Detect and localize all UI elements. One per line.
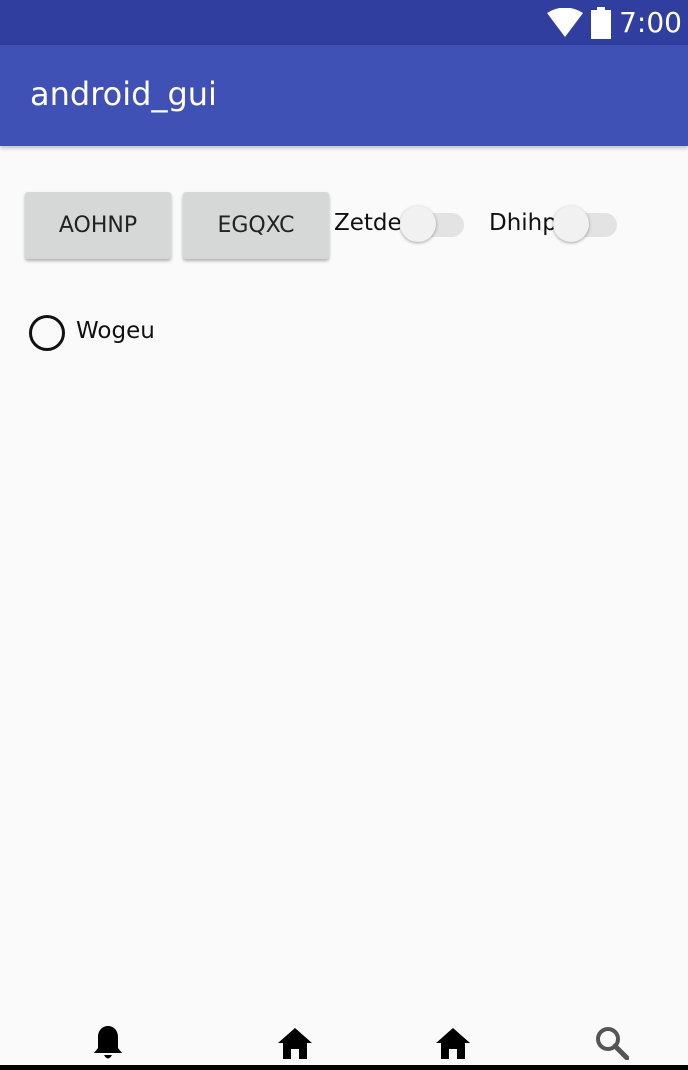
switch-thumb[interactable]	[553, 206, 589, 242]
switch-label: Dhihp	[489, 210, 557, 236]
nav-item-search[interactable]	[587, 1020, 637, 1065]
battery-icon	[591, 6, 612, 39]
wifi-icon	[547, 7, 584, 37]
status-icons: 7:00	[547, 0, 682, 45]
status-time: 7:00	[619, 6, 682, 39]
aohnp-button[interactable]: AOHNP	[25, 192, 171, 259]
switch-thumb[interactable]	[400, 206, 436, 242]
home-icon	[436, 1027, 470, 1059]
bottom-navigation	[0, 1020, 688, 1065]
status-bar: 7:00	[0, 0, 688, 45]
app-title: android_gui	[30, 75, 217, 113]
radio-label: Wogeu	[76, 318, 155, 344]
nav-item-notifications[interactable]	[83, 1020, 133, 1065]
egqxc-button[interactable]: EGQXC	[183, 192, 329, 259]
bell-icon	[94, 1025, 122, 1058]
search-icon	[596, 1026, 629, 1060]
nav-item-home[interactable]	[270, 1020, 320, 1065]
nav-item-home-2[interactable]	[428, 1020, 478, 1065]
home-icon	[278, 1027, 312, 1059]
radio-button[interactable]	[29, 315, 65, 351]
bottom-edge	[0, 1065, 688, 1070]
switch-label: Zetde	[334, 210, 402, 236]
app-bar: android_gui	[0, 45, 688, 146]
